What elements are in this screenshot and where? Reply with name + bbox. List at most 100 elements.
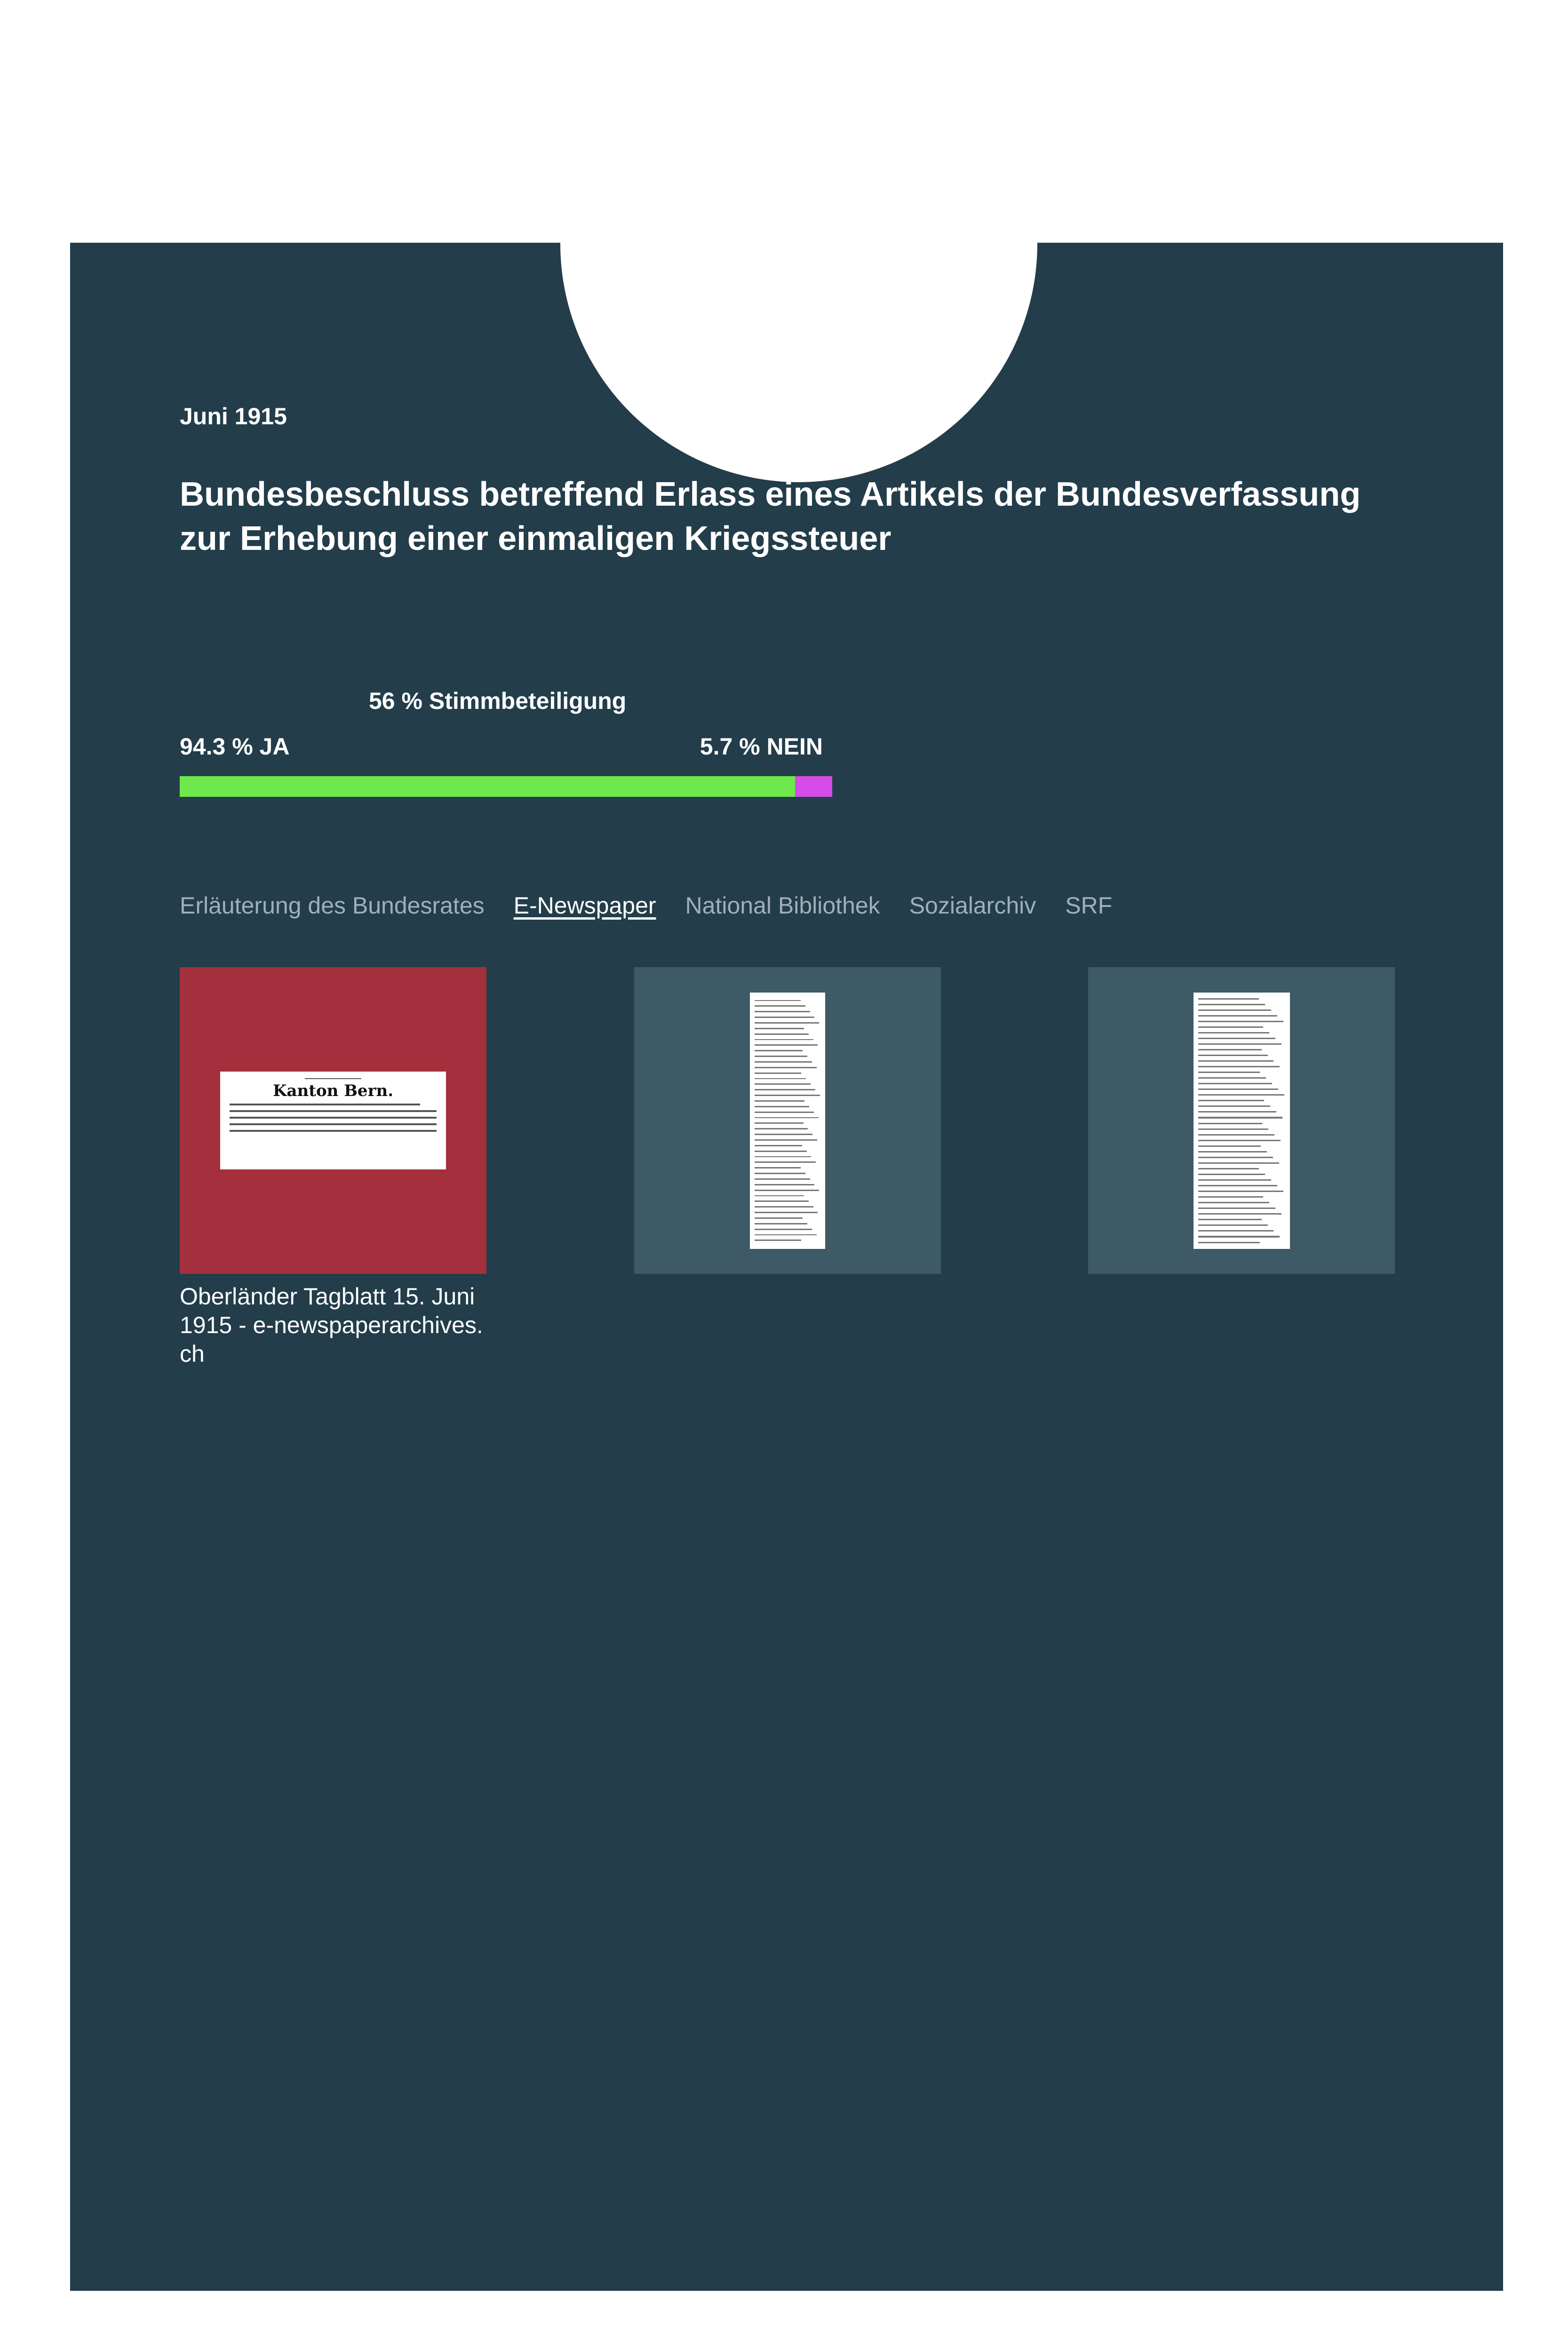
page-text-line — [1198, 1151, 1267, 1152]
page-text-line — [755, 1173, 805, 1174]
page-text-line — [755, 1061, 812, 1063]
page-text-line — [755, 1083, 811, 1085]
page-text-line — [1198, 1111, 1276, 1113]
page-text-line — [1198, 1196, 1264, 1198]
page-text-line — [755, 1122, 804, 1124]
newspaper-thumbnail-1[interactable]: Kanton Bern. — [180, 967, 486, 1274]
newspaper-thumbnail-3[interactable] — [1088, 967, 1395, 1274]
page-text-line — [1198, 1134, 1275, 1136]
newspaper-clipping-image: Kanton Bern. — [220, 1072, 446, 1169]
page-text-line — [755, 1056, 807, 1057]
page-text-line — [1198, 1122, 1263, 1124]
tab-national-bibliothek[interactable]: National Bibliothek — [685, 892, 880, 919]
page-text-line — [1198, 1060, 1274, 1062]
vote-card: Juni 1915 Bundesbeschluss betreffend Erl… — [70, 243, 1503, 2291]
page-text-line — [755, 1033, 809, 1035]
page-text-line — [755, 1134, 813, 1135]
page-text-line — [1198, 1230, 1274, 1232]
page-text-line — [755, 1022, 820, 1024]
page-text-line — [755, 1144, 802, 1146]
page-text-line — [1198, 1083, 1272, 1085]
page-text-line — [755, 1089, 815, 1091]
page-text-line — [1198, 1015, 1277, 1017]
page-text-line — [1198, 1224, 1268, 1226]
source-tabs: Erläuterung des Bundesrates E-Newspaper … — [180, 892, 1112, 919]
page-text-line — [755, 1150, 807, 1152]
page-text-line — [755, 1206, 813, 1208]
vote-date: Juni 1915 — [180, 403, 287, 429]
page-text-line — [755, 1139, 817, 1141]
page-text-line — [755, 1128, 808, 1130]
page-text-line — [755, 1044, 818, 1046]
page-text-line — [1198, 1213, 1282, 1215]
page-text-line — [755, 1000, 801, 1001]
page-text-line — [1198, 1179, 1271, 1181]
page-text-line — [755, 1156, 812, 1158]
tab-e-newspaper[interactable]: E-Newspaper — [514, 892, 656, 919]
page-text-line — [1198, 1089, 1278, 1090]
page-text-line — [1198, 1128, 1269, 1130]
page-text-line — [1198, 1105, 1271, 1107]
tab-sozialarchiv[interactable]: Sozialarchiv — [909, 892, 1036, 919]
page-text-line — [755, 1200, 809, 1202]
result-bar-no — [795, 776, 832, 797]
page-text-line — [755, 1095, 820, 1096]
page-text-line — [755, 1223, 807, 1224]
page-text-line — [1198, 1145, 1261, 1147]
page-text-line — [1198, 1202, 1270, 1204]
page-text-line — [755, 1184, 815, 1185]
page-text-line — [1198, 1072, 1260, 1073]
page-text-line — [755, 1100, 805, 1102]
page-text-line — [1198, 1026, 1264, 1028]
top-notch — [560, 243, 1037, 482]
page-text-line — [755, 1228, 812, 1230]
page-text-line — [1198, 1191, 1283, 1192]
page-text-line — [1198, 1162, 1279, 1164]
page-text-line — [1198, 1020, 1283, 1022]
page-text-line — [755, 1178, 810, 1180]
page-text-line — [755, 1017, 815, 1018]
page-text-line — [1198, 1173, 1265, 1175]
page-text-line — [1198, 1043, 1282, 1045]
page-text-line — [1198, 1168, 1259, 1169]
page-text-line — [755, 1011, 810, 1013]
page-text-line — [1198, 1100, 1265, 1102]
page-text-line — [1198, 1054, 1268, 1057]
clipping-heading: Kanton Bern. — [272, 1081, 394, 1100]
no-label: 5.7 % NEIN — [700, 733, 823, 760]
page-text-line — [755, 1189, 820, 1191]
page-text-line — [1198, 1037, 1276, 1039]
page-text-line — [1198, 1241, 1260, 1243]
thumbnail-caption: Oberländer Tagblatt 15. Juni 1915 - e-ne… — [180, 1283, 483, 1367]
tab-erlaeuterung[interactable]: Erläuterung des Bundesrates — [180, 892, 485, 919]
page-text-line — [1198, 1049, 1262, 1050]
page-text-line — [1198, 1009, 1271, 1011]
page-text-line — [1198, 998, 1259, 1000]
vote-title: Bundesbeschluss betreffend Erlass eines … — [180, 476, 1361, 557]
page-text-line — [755, 1005, 805, 1007]
page-text-line — [755, 1105, 810, 1107]
page-text-line — [755, 1212, 818, 1214]
page-text-line — [755, 1078, 806, 1080]
clipping-rule — [305, 1078, 361, 1079]
page-text-line — [1198, 1117, 1282, 1119]
page-text-line — [1198, 1077, 1266, 1079]
page-text-line — [755, 1066, 817, 1068]
yes-label: 94.3 % JA — [180, 733, 290, 760]
page-text-line — [755, 1039, 813, 1041]
page-text-line — [755, 1111, 814, 1113]
page-text-line — [755, 1234, 817, 1236]
page-text-line — [755, 1240, 802, 1241]
turnout-label: 56 % Stimmbeteiligung — [369, 688, 627, 714]
page-text-line — [755, 1167, 801, 1169]
page-text-line — [1198, 1094, 1284, 1096]
page-text-line — [1198, 1236, 1280, 1238]
newspaper-thumbnail-2[interactable] — [634, 967, 941, 1274]
page-text-line — [755, 1072, 802, 1074]
tab-srf[interactable]: SRF — [1065, 892, 1112, 919]
result-bar-yes — [180, 776, 795, 797]
page-text-line — [1198, 1003, 1265, 1005]
page-text-line — [755, 1161, 816, 1163]
page-text-line — [755, 1050, 803, 1052]
page-text-line — [1198, 1156, 1273, 1158]
